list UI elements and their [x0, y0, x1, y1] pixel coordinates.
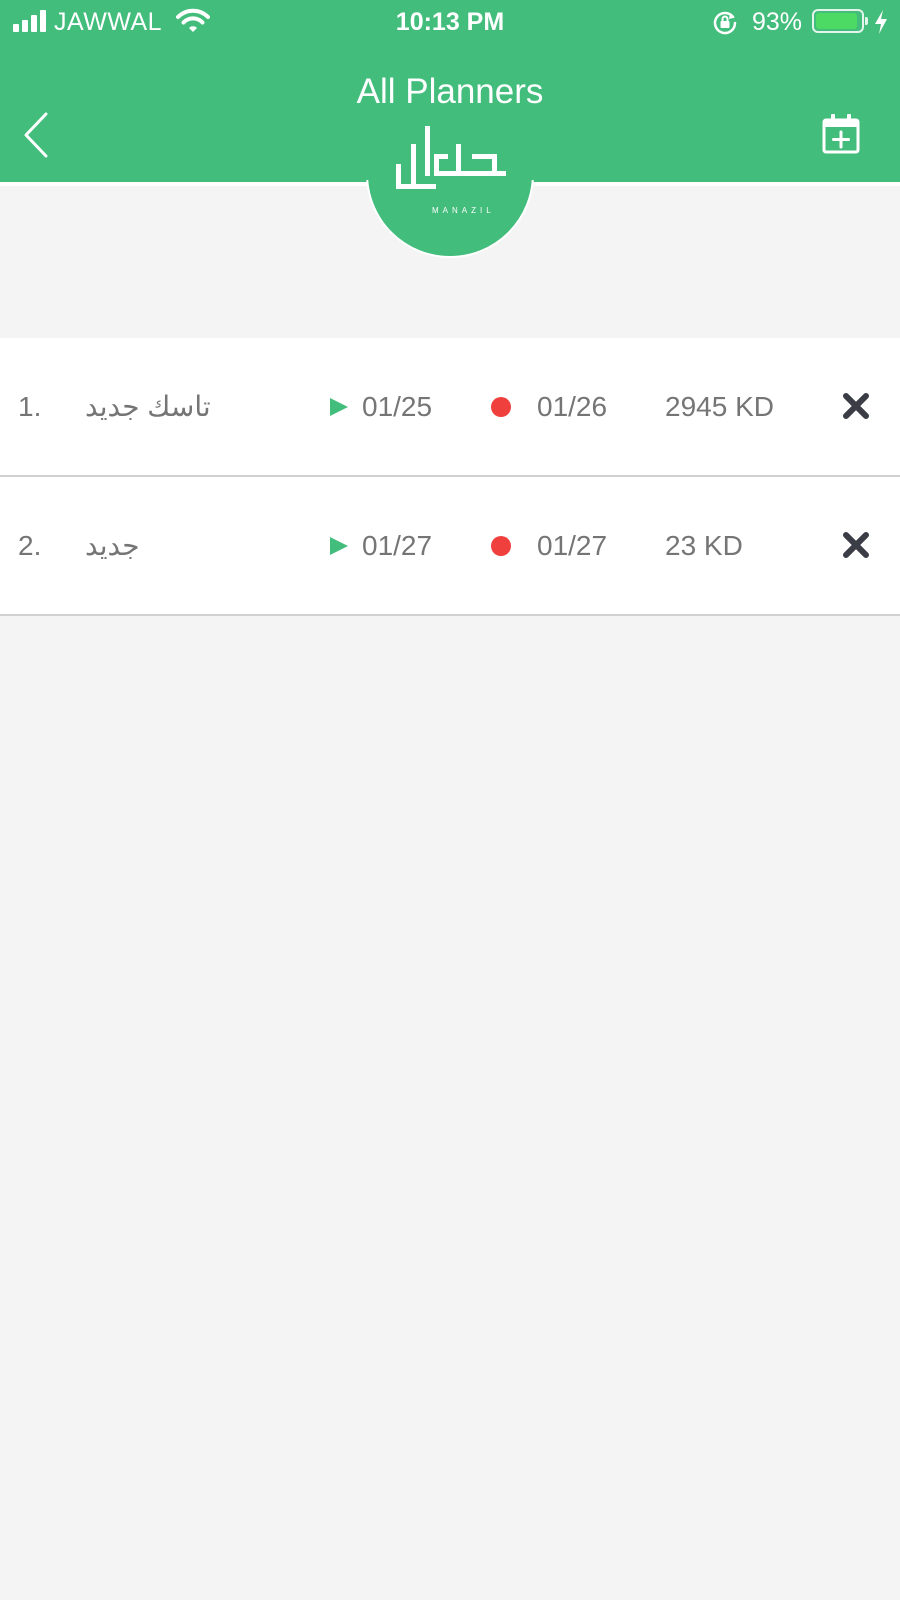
status-bar: JAWWAL 10:13 PM 93%: [0, 0, 900, 44]
play-icon: [330, 537, 348, 555]
red-dot-icon: [491, 536, 511, 556]
rotation-lock-icon: [713, 11, 737, 35]
end-date: 01/27: [537, 530, 608, 561]
start-date: 01/25: [362, 391, 433, 422]
planner-number: 2.: [18, 530, 42, 561]
charging-bolt-icon: [875, 10, 887, 34]
end-date: 01/26: [537, 391, 608, 422]
planner-amount: 23 KD: [665, 530, 743, 561]
planner-row[interactable]: 2. جديد 01/27 01/27 23 KD: [0, 477, 900, 616]
play-icon: [330, 398, 348, 416]
close-icon: [843, 393, 869, 419]
chevron-left-icon: [24, 112, 48, 158]
logo-text: MANAZIL: [432, 206, 495, 215]
page-title: All Planners: [356, 72, 544, 111]
start-date: 01/27: [362, 530, 433, 561]
planner-list: 1. تاسك جديد 01/25 01/26 2945 KD 2. جديد…: [0, 338, 900, 616]
calendar-add-icon: [822, 114, 860, 154]
battery-icon: [812, 9, 864, 33]
delete-button[interactable]: [842, 392, 870, 420]
close-icon: [843, 532, 869, 558]
battery-level: [816, 13, 857, 29]
add-planner-button[interactable]: [820, 113, 866, 159]
delete-button[interactable]: [842, 531, 870, 559]
back-button[interactable]: [18, 108, 58, 162]
planner-amount: 2945 KD: [665, 391, 774, 422]
battery-percent: 93%: [752, 8, 803, 36]
battery-nub: [865, 17, 868, 25]
planner-name: جديد: [85, 530, 140, 561]
red-dot-icon: [491, 397, 511, 417]
planner-row[interactable]: 1. تاسك جديد 01/25 01/26 2945 KD: [0, 338, 900, 477]
planner-name: تاسك جديد: [85, 391, 211, 422]
planner-number: 1.: [18, 391, 42, 422]
